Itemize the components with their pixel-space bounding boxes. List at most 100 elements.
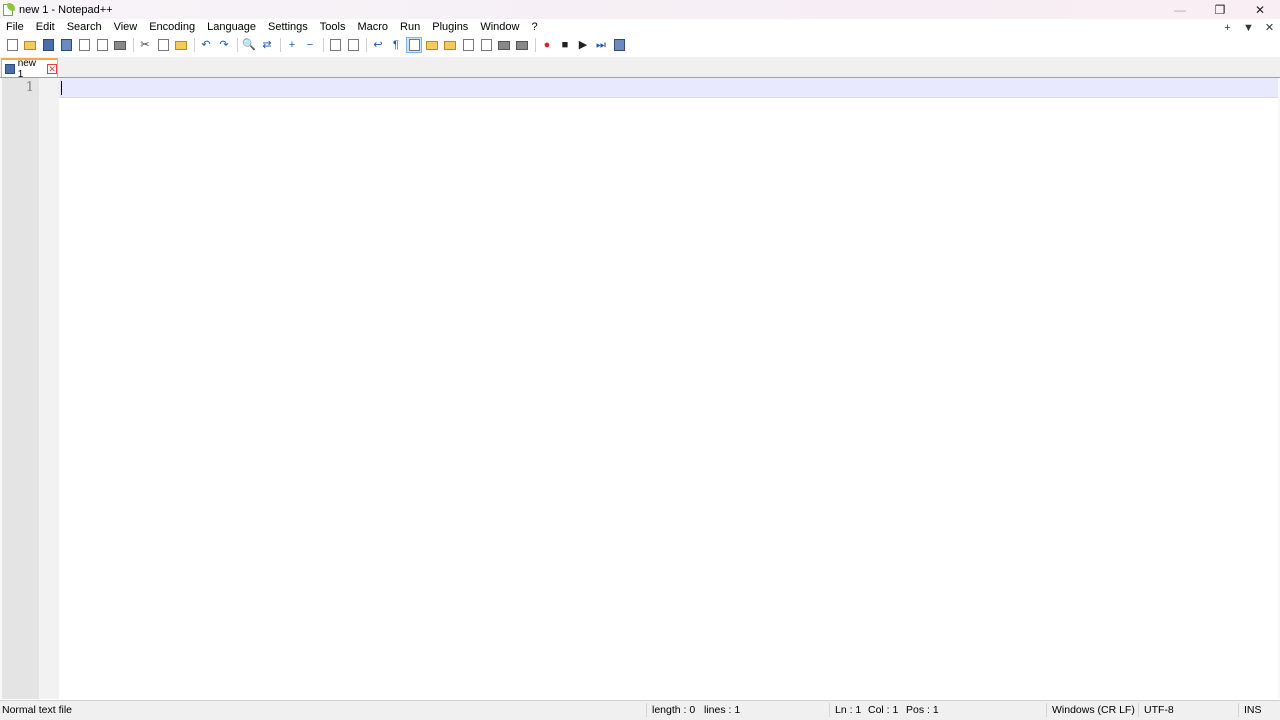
menu-edit[interactable]: Edit — [30, 19, 61, 36]
menu-tools[interactable]: Tools — [314, 19, 352, 36]
function-list-icon — [462, 39, 474, 51]
menu-window[interactable]: Window — [474, 19, 525, 36]
show-all-chars-button[interactable]: ¶ — [388, 37, 404, 53]
tab-new-1[interactable]: new 1 ✕ — [1, 58, 58, 80]
zoom-out-button[interactable]: − — [302, 37, 318, 53]
replace-button[interactable]: ⇄ — [259, 37, 275, 53]
status-length: length : 0 — [652, 704, 696, 716]
status-encoding[interactable]: UTF-8 — [1144, 704, 1174, 716]
run-macro-multiple-button[interactable]: ⏭ — [593, 37, 609, 53]
open-file-button[interactable] — [22, 37, 38, 53]
toolbar-separator — [194, 38, 195, 52]
undo-button[interactable]: ↶ — [198, 37, 214, 53]
folder-icon — [24, 40, 36, 50]
close-file-button[interactable] — [76, 37, 92, 53]
new-file-button[interactable] — [4, 37, 20, 53]
folder-as-workspace-icon — [480, 39, 492, 51]
redo-button[interactable]: ↷ — [216, 37, 232, 53]
status-bar: Normal text file length : 0 lines : 1 Ln… — [0, 700, 1280, 720]
monitoring-icon — [498, 40, 510, 50]
status-ln: Ln : 1 — [835, 704, 862, 716]
notepadpp-app-icon[interactable] — [3, 3, 15, 16]
record-macro-button[interactable]: ● — [539, 37, 555, 53]
stop-icon: ■ — [561, 38, 569, 51]
sync-vertical-icon — [329, 39, 341, 51]
stop-recording-button[interactable]: ■ — [557, 37, 573, 53]
menu-search[interactable]: Search — [61, 19, 108, 36]
toolbar-separator — [280, 38, 281, 52]
status-divider — [1138, 703, 1139, 717]
monitor-eye-button[interactable] — [514, 37, 530, 53]
doc-map-button[interactable] — [442, 37, 458, 53]
print-button[interactable] — [112, 37, 128, 53]
minimize-button[interactable]: — — [1160, 0, 1200, 19]
menu-settings[interactable]: Settings — [262, 19, 314, 36]
menu-macro[interactable]: Macro — [351, 19, 394, 36]
menu-right-controls: + ▼ ✕ — [1217, 19, 1280, 36]
monitoring-button[interactable] — [496, 37, 512, 53]
tab-close-icon[interactable]: ✕ — [47, 63, 57, 74]
status-divider — [1046, 703, 1047, 717]
window-controls: — ❐ ✕ — [1160, 0, 1280, 19]
function-list-button[interactable] — [460, 37, 476, 53]
play-icon: ▶ — [578, 38, 588, 51]
document-map-icon — [444, 40, 456, 50]
word-wrap-button[interactable]: ↩ — [370, 37, 386, 53]
playback-macro-button[interactable]: ▶ — [575, 37, 591, 53]
find-button[interactable]: 🔍 — [241, 37, 257, 53]
cut-button[interactable]: ✂ — [137, 37, 153, 53]
menu-plugins[interactable]: Plugins — [426, 19, 474, 36]
close-button[interactable]: ✕ — [1240, 0, 1280, 19]
current-line-highlight[interactable] — [59, 78, 1278, 98]
udl-button[interactable] — [424, 37, 440, 53]
text-caret — [61, 81, 62, 95]
close-document-icon[interactable]: ✕ — [1259, 21, 1280, 34]
menu-language[interactable]: Language — [201, 19, 262, 36]
copy-icon — [157, 39, 169, 51]
sync-horizontal-button[interactable] — [345, 37, 361, 53]
save-macro-button[interactable] — [611, 37, 627, 53]
save-button[interactable] — [40, 37, 56, 53]
toolbar-separator — [323, 38, 324, 52]
sync-horizontal-icon — [347, 39, 359, 51]
title-bar: new 1 - Notepad++ — ❐ ✕ — [0, 0, 1280, 19]
status-eol[interactable]: Windows (CR LF) — [1052, 704, 1135, 716]
menu-file[interactable]: File — [0, 19, 30, 36]
status-divider — [829, 703, 830, 717]
indent-guide-button[interactable] — [406, 37, 422, 53]
run-multiple-icon: ⏭ — [596, 38, 606, 51]
sync-vertical-button[interactable] — [327, 37, 343, 53]
paste-button[interactable] — [173, 37, 189, 53]
menu-view[interactable]: View — [108, 19, 144, 36]
copy-button[interactable] — [155, 37, 171, 53]
close-all-button[interactable] — [94, 37, 110, 53]
status-col: Col : 1 — [868, 704, 899, 716]
toolbar: ✂ ↶ ↷ 🔍 ⇄ + − ↩ ¶ ● ■ ▶ ⏭ — [0, 36, 1280, 54]
record-icon: ● — [543, 38, 551, 51]
toolbar-separator — [237, 38, 238, 52]
tab-list-dropdown-icon[interactable]: ▼ — [1238, 22, 1259, 34]
menu-help[interactable]: ? — [525, 19, 543, 36]
fold-margin[interactable] — [39, 78, 59, 699]
toolbar-separator — [133, 38, 134, 52]
menu-encoding[interactable]: Encoding — [143, 19, 201, 36]
status-divider — [1238, 703, 1239, 717]
clipboard-icon — [175, 40, 187, 50]
status-divider — [646, 703, 647, 717]
status-pos: Pos : 1 — [906, 704, 939, 716]
save-disk-icon — [42, 39, 54, 51]
tab-bar: new 1 ✕ — [0, 57, 1280, 80]
save-all-button[interactable] — [58, 37, 74, 53]
replace-icon: ⇄ — [262, 38, 272, 51]
menu-run[interactable]: Run — [394, 19, 426, 36]
save-macro-icon — [613, 39, 625, 51]
status-insert-mode[interactable]: INS — [1244, 704, 1262, 716]
new-tab-plus-icon[interactable]: + — [1217, 22, 1238, 34]
folder-workspace-button[interactable] — [478, 37, 494, 53]
status-file-type: Normal text file — [2, 704, 73, 716]
restore-button[interactable]: ❐ — [1200, 0, 1240, 19]
line-number-margin[interactable]: 1 — [2, 78, 39, 699]
zoom-in-button[interactable]: + — [284, 37, 300, 53]
new-file-icon — [6, 39, 18, 51]
editor-area[interactable]: 1 — [0, 77, 1280, 700]
